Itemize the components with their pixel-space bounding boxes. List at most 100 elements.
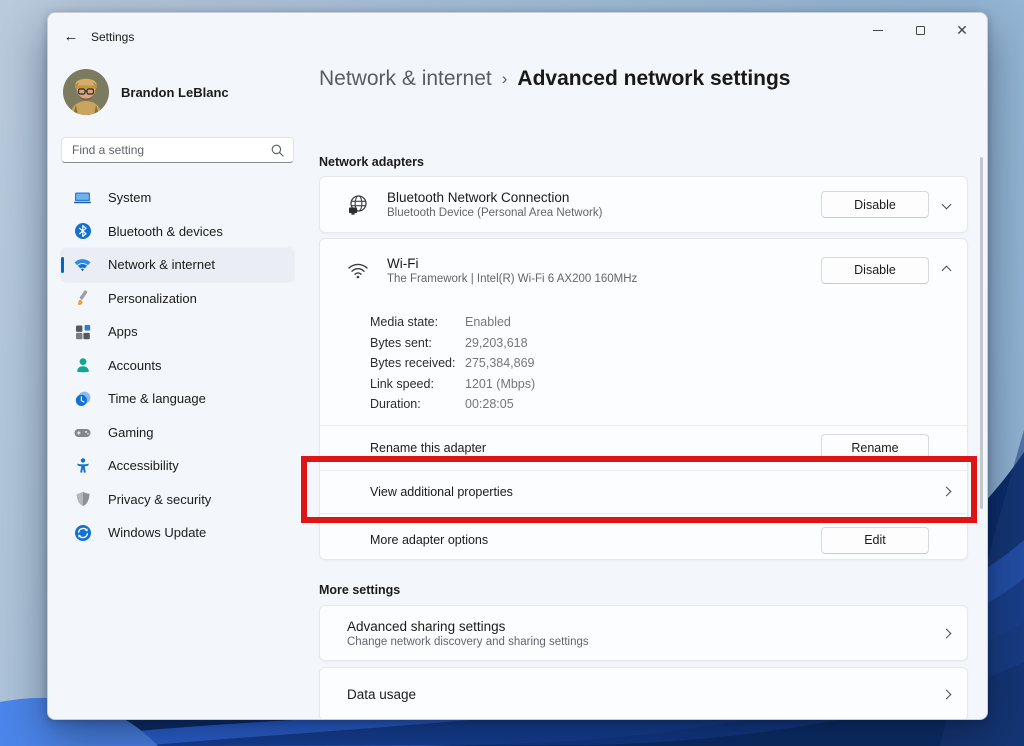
wifi-icon: [346, 258, 370, 282]
sidebar-item-system[interactable]: System: [61, 181, 294, 215]
section-label-more-settings: More settings: [319, 583, 400, 597]
close-icon: ✕: [956, 23, 968, 37]
rename-button[interactable]: Rename: [821, 434, 929, 461]
rename-adapter-row: Rename this adapter Rename: [320, 426, 967, 470]
detail-label: Media state:: [370, 315, 465, 329]
chevron-up-icon[interactable]: [942, 265, 952, 275]
sidebar-item-accounts[interactable]: Accounts: [61, 349, 294, 383]
windows-update-icon: [73, 523, 92, 542]
sidebar-item-windows-update[interactable]: Windows Update: [61, 516, 294, 550]
scrollbar[interactable]: [980, 157, 983, 509]
wifi-details: Media state: Enabled Bytes sent: 29,203,…: [320, 301, 967, 425]
maximize-button[interactable]: [899, 13, 941, 47]
adapter-subtitle: Bluetooth Device (Personal Area Network): [387, 207, 602, 219]
search-box[interactable]: [61, 137, 294, 163]
close-button[interactable]: ✕: [941, 13, 983, 47]
detail-value: 00:28:05: [465, 397, 514, 411]
sidebar-item-accessibility[interactable]: Accessibility: [61, 449, 294, 483]
detail-label: Duration:: [370, 397, 465, 411]
page-title: Advanced network settings: [517, 67, 790, 91]
section-label-network-adapters: Network adapters: [319, 155, 424, 169]
bluetooth-disable-button[interactable]: Disable: [821, 191, 929, 218]
sidebar-item-label: Apps: [108, 324, 138, 339]
sidebar-nav: System Bluetooth & devices Network & int…: [61, 181, 294, 550]
sidebar-item-bluetooth[interactable]: Bluetooth & devices: [61, 215, 294, 249]
sidebar: Brandon LeBlanc System Bluetooth & devic…: [48, 57, 312, 719]
globe-adapter-icon: [346, 193, 370, 217]
back-button[interactable]: ←: [60, 25, 82, 47]
sidebar-item-label: Time & language: [108, 391, 206, 406]
minimize-button[interactable]: [857, 13, 899, 47]
bluetooth-adapter-card: Bluetooth Network Connection Bluetooth D…: [319, 176, 968, 233]
chevron-down-icon[interactable]: [942, 200, 952, 210]
avatar-image: [63, 69, 109, 115]
sidebar-item-gaming[interactable]: Gaming: [61, 416, 294, 450]
sidebar-item-privacy-security[interactable]: Privacy & security: [61, 483, 294, 517]
sidebar-item-personalization[interactable]: Personalization: [61, 282, 294, 316]
view-additional-properties-row[interactable]: View additional properties: [320, 471, 967, 513]
sidebar-item-label: Accounts: [108, 358, 161, 373]
gaming-icon: [73, 423, 92, 442]
detail-label: Bytes received:: [370, 356, 465, 370]
more-adapter-options-label: More adapter options: [320, 533, 488, 547]
breadcrumb: Network & internet › Advanced network se…: [319, 67, 790, 91]
sidebar-item-network-internet[interactable]: Network & internet: [61, 248, 294, 282]
sidebar-item-label: Gaming: [108, 425, 154, 440]
detail-value: 275,384,869: [465, 356, 535, 370]
privacy-security-icon: [73, 490, 92, 509]
user-profile[interactable]: Brandon LeBlanc: [63, 69, 229, 115]
detail-value: 29,203,618: [465, 336, 528, 350]
chevron-right-icon: [942, 689, 952, 699]
detail-label: Bytes sent:: [370, 336, 465, 350]
sidebar-item-label: Personalization: [108, 291, 197, 306]
sidebar-item-apps[interactable]: Apps: [61, 315, 294, 349]
maximize-icon: [916, 26, 925, 35]
more-adapter-options-row: More adapter options Edit: [320, 514, 967, 567]
adapter-text: Bluetooth Network Connection Bluetooth D…: [387, 190, 602, 219]
wifi-adapter-row[interactable]: Wi-Fi The Framework | Intel(R) Wi-Fi 6 A…: [320, 239, 967, 301]
search-icon: [271, 144, 284, 157]
avatar: [63, 69, 109, 115]
apps-icon: [73, 322, 92, 341]
sidebar-item-label: Windows Update: [108, 525, 206, 540]
accounts-icon: [73, 356, 92, 375]
adapter-title: Bluetooth Network Connection: [387, 190, 602, 205]
adapter-title: Wi-Fi: [387, 256, 637, 271]
rename-adapter-label: Rename this adapter: [320, 441, 486, 455]
sidebar-item-label: Bluetooth & devices: [108, 224, 223, 239]
data-usage-card[interactable]: Data usage: [319, 667, 968, 720]
time-language-icon: [73, 389, 92, 408]
chevron-right-icon: [942, 628, 952, 638]
sidebar-item-label: Accessibility: [108, 458, 179, 473]
main-content: Network & internet › Advanced network se…: [319, 57, 987, 719]
detail-row: Media state: Enabled: [370, 312, 967, 333]
detail-label: Link speed:: [370, 377, 465, 391]
search-input[interactable]: [62, 143, 271, 157]
detail-row: Bytes sent: 29,203,618: [370, 333, 967, 354]
detail-row: Duration: 00:28:05: [370, 394, 967, 415]
minimize-icon: [873, 30, 883, 31]
sidebar-item-label: Privacy & security: [108, 492, 211, 507]
wifi-disable-button[interactable]: Disable: [821, 257, 929, 284]
detail-value: Enabled: [465, 315, 511, 329]
window-controls: ✕: [857, 13, 983, 49]
view-additional-properties-label: View additional properties: [320, 485, 513, 499]
detail-value: 1201 (Mbps): [465, 377, 535, 391]
breadcrumb-root[interactable]: Network & internet: [319, 67, 492, 91]
user-name: Brandon LeBlanc: [121, 85, 229, 100]
edit-button[interactable]: Edit: [821, 527, 929, 554]
network-icon: [73, 255, 92, 274]
breadcrumb-separator-icon: ›: [502, 69, 508, 89]
bluetooth-icon: [73, 222, 92, 241]
setting-text: Advanced sharing settings Change network…: [347, 619, 589, 648]
sidebar-item-time-language[interactable]: Time & language: [61, 382, 294, 416]
setting-title: Advanced sharing settings: [347, 619, 589, 634]
personalization-icon: [73, 289, 92, 308]
adapter-text: Wi-Fi The Framework | Intel(R) Wi-Fi 6 A…: [387, 256, 637, 285]
setting-title: Data usage: [347, 687, 416, 702]
setting-subtitle: Change network discovery and sharing set…: [347, 636, 589, 648]
detail-row: Link speed: 1201 (Mbps): [370, 374, 967, 395]
bluetooth-adapter-row[interactable]: Bluetooth Network Connection Bluetooth D…: [320, 177, 967, 232]
advanced-sharing-settings-card[interactable]: Advanced sharing settings Change network…: [319, 605, 968, 661]
detail-row: Bytes received: 275,384,869: [370, 353, 967, 374]
